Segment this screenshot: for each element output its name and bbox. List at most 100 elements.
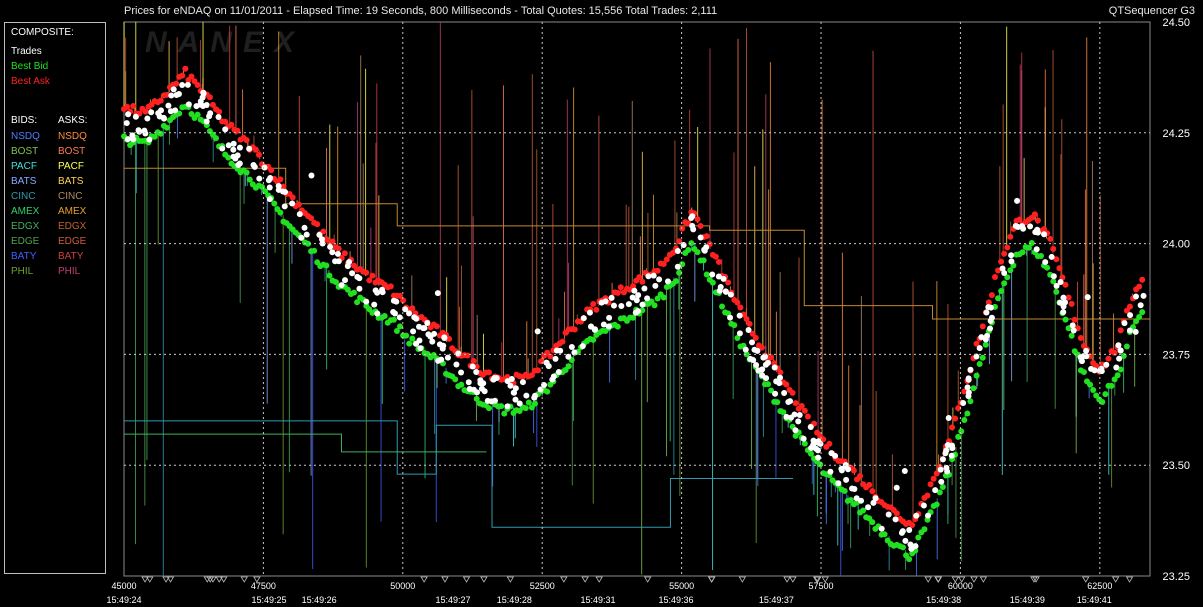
best-bid-point [390,316,397,323]
trade-point [763,375,770,382]
best-bid-point [982,341,989,348]
best-bid-point [964,410,971,417]
best-bid-point [860,507,867,514]
best-bid-point [1037,252,1044,259]
trade-point [906,526,913,533]
trade-point [742,346,749,353]
trade-point [185,101,192,108]
best-bid-point [452,376,459,383]
best-bid-point [961,417,968,424]
best-ask-point [409,305,416,312]
best-bid-point [243,169,250,176]
best-ask-point [335,245,342,252]
trade-point [568,343,575,350]
best-ask-point [715,258,722,265]
best-ask-point [1065,294,1072,301]
best-ask-point [179,72,186,79]
trade-point [932,487,939,494]
best-ask-point [464,352,471,359]
best-ask-point [295,201,302,208]
trade-point [960,399,967,406]
time-label: 15:49:39 [1010,595,1045,605]
best-ask-point [893,510,900,517]
best-bid-point [731,322,738,329]
trade-point [160,114,167,121]
best-ask-point [1031,211,1038,218]
x-tick-label: 45000 [111,581,136,591]
best-bid-point [703,271,710,278]
best-ask-point [470,357,477,364]
trade-point [751,346,758,353]
best-bid-point [979,354,986,361]
best-ask-point [216,108,223,115]
best-bid-point [881,531,888,538]
best-bid-point [817,461,824,468]
best-ask-point [1004,244,1011,251]
trade-point [421,325,428,332]
trade-point [1083,347,1090,354]
trade-point [406,310,413,317]
best-bid-point [225,154,232,161]
trade-point [256,175,263,182]
best-ask-point [433,323,440,330]
trade-point [709,271,716,278]
x-tick-label: 55000 [669,581,694,591]
trade-point [650,272,657,279]
best-ask-point [979,323,986,330]
time-marker [581,576,589,583]
trade-point [608,294,615,301]
trade-point [281,203,288,210]
best-bid-point [694,249,701,256]
trade-point [771,364,778,371]
trade-point [792,427,799,434]
y-tick-label: 24.00 [1162,239,1190,251]
best-bid-point [531,400,538,407]
best-ask-point [1117,327,1124,334]
best-ask-point [590,300,597,307]
trade-point [519,379,526,386]
best-bid-point [1044,264,1051,271]
trade-point [1008,258,1015,265]
trade-point [807,424,814,431]
trade-point [441,334,448,341]
time-marker [595,576,603,583]
trade-point [632,309,639,316]
trade-point [523,392,530,399]
trade-point [132,113,139,120]
best-ask-point [639,278,646,285]
trade-point [948,452,955,459]
best-bid-point [1139,309,1146,316]
best-ask-point [927,481,934,488]
best-bid-point [765,381,772,388]
best-ask-point [697,222,704,229]
best-ask-point [1050,245,1057,252]
best-ask-point [617,284,624,291]
best-bid-point [660,294,667,301]
trade-point [865,504,872,511]
trade-point [1127,312,1134,319]
best-ask-point [277,176,284,183]
trade-point [549,376,556,383]
best-bid-point [1090,386,1097,393]
time-label: 15:49:28 [497,595,532,605]
best-bid-point [630,314,637,321]
best-ask-point [783,381,790,388]
best-bid-point [1087,381,1094,388]
time-marker [506,576,515,583]
trade-point [1132,293,1139,300]
trade-point [416,323,423,330]
best-ask-point [593,306,600,313]
best-ask-point [314,221,321,228]
time-marker [738,576,747,583]
trade-point [827,468,834,475]
trade-point [1050,273,1057,280]
best-ask-point [173,80,180,87]
trade-point [390,297,397,304]
trade-point [215,114,222,121]
stale-quote-line [124,420,794,528]
time-marker [141,576,149,583]
best-bid-point [719,303,726,310]
trade-point [417,345,424,352]
trade-point [984,332,991,339]
trade-point [250,162,257,169]
